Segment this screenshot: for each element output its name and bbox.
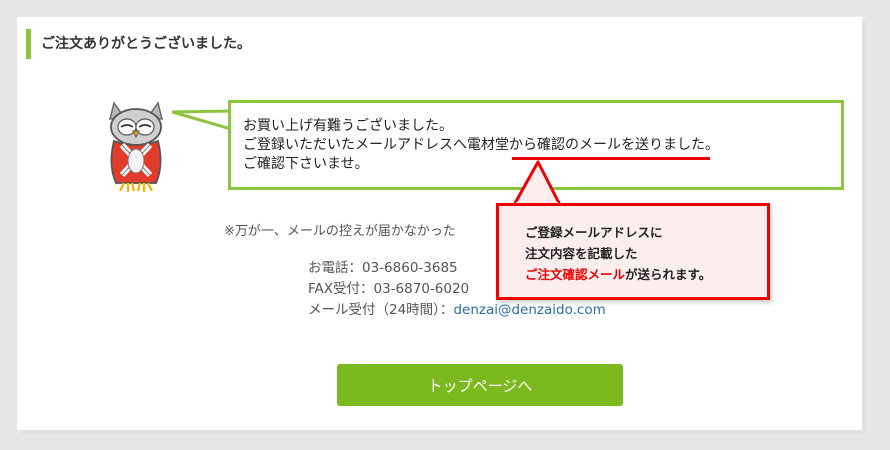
bubble-line-1: お買い上げ有難うございました。 [243, 118, 453, 134]
callout-message: ご登録メールアドレスに 注文内容を記載した ご注文確認メールが送られます。 [525, 222, 711, 285]
callout-line-2: 注文内容を記載した [525, 246, 638, 261]
mail-label: メール受付（24時間）： [308, 302, 454, 318]
bubble-tail [172, 109, 232, 130]
bubble-message: お買い上げ有難うございました。 ご登録いただいたメールアドレスへ電材堂から確認の… [243, 117, 719, 174]
callout-line-3: ご注文確認メールが送られます。 [525, 264, 711, 285]
page-title: ご注文ありがとうございました。 [26, 29, 251, 59]
callout-highlight: ご注文確認メール [525, 267, 626, 282]
callout-line-1: ご登録メールアドレスに [525, 225, 663, 240]
top-page-button[interactable]: トップページへ [337, 364, 623, 406]
callout-tail [512, 160, 562, 206]
confirmation-mail-callout: ご登録メールアドレスに 注文内容を記載した ご注文確認メールが送られます。 [496, 203, 770, 300]
callout-line-3-rest: が送られます。 [625, 267, 712, 282]
bubble-line-2: ご登録いただいたメールアドレスへ電材堂から確認のメールを送りました。 [243, 137, 719, 153]
mail-not-received-note: ※万が一、メールの控えが届かなかった [224, 224, 456, 239]
owl-mascot-icon [109, 101, 163, 192]
mail-contact: メール受付（24時間）：denzai@denzaido.com [308, 300, 606, 321]
mail-address-link[interactable]: denzai@denzaido.com [453, 302, 605, 318]
